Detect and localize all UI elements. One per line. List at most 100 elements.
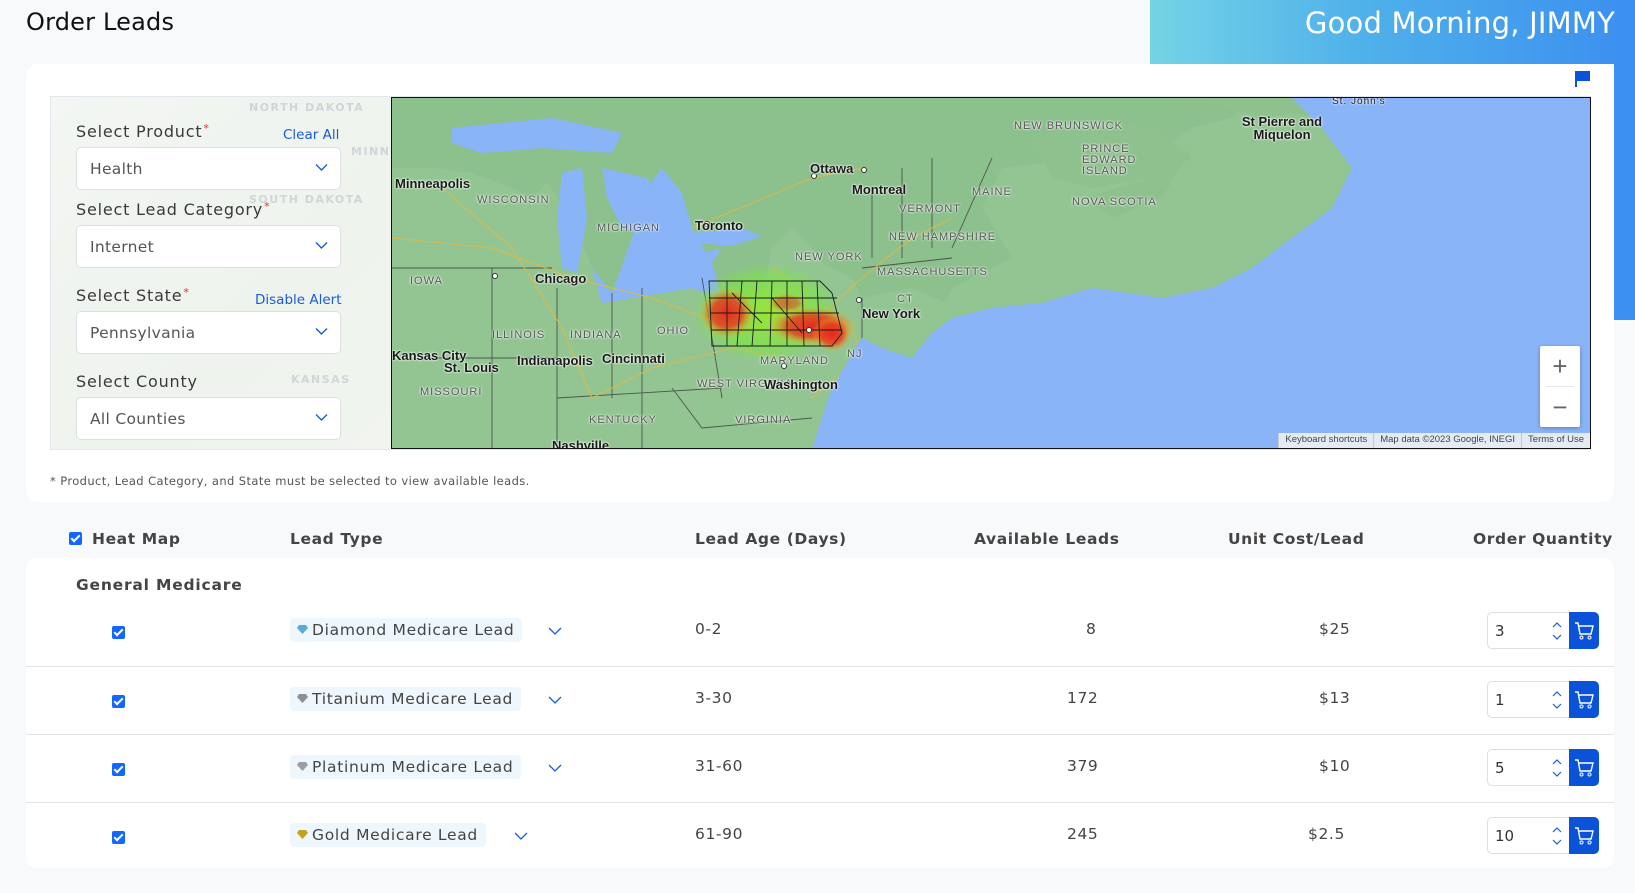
map-label: MICHIGAN [597,222,660,234]
map-label: New York [862,306,921,321]
required-footnote: * Product, Lead Category, and State must… [50,474,530,488]
map-zoom-control: + − [1540,346,1580,427]
disable-alert-link[interactable]: Disable Alert [255,292,342,308]
map-label: INDIANA [570,329,622,341]
add-to-cart-button[interactable] [1569,817,1599,854]
county-label: Select County [76,372,198,391]
map-label: St Pierre and Miquelon [1241,114,1323,142]
lead-age: 31-60 [695,757,744,775]
map-bg-label: KANSAS [291,373,351,386]
map-label: Kansas City [392,348,467,363]
terms-of-use-link[interactable]: Terms of Use [1521,433,1590,448]
map-label: Cincinnati [602,351,665,366]
county-select[interactable]: All Counties [76,397,341,440]
row-checkbox[interactable] [112,695,125,708]
map-attribution: Keyboard shortcuts Map data ©2023 Google… [1278,433,1590,448]
quantity-stepper-icon[interactable] [1552,689,1562,711]
state-select-value: Pennsylvania [90,324,196,342]
map-label: Washington [764,377,838,392]
map-data-credit: Map data ©2023 Google, INEGI [1373,433,1522,448]
unit-cost: $25 [1319,620,1351,638]
table-header: Heat Map Lead Type Lead Age (Days) Avail… [26,520,1614,558]
lead-type-pill: Platinum Medicare Lead [290,755,522,779]
column-lead-age: Lead Age (Days) [695,530,847,548]
map-label: CT [897,293,914,305]
flag-icon[interactable] [1574,70,1592,88]
lead-type-name: Gold Medicare Lead [312,826,478,844]
column-available-leads: Available Leads [974,530,1120,548]
keyboard-shortcuts-link[interactable]: Keyboard shortcuts [1278,433,1374,448]
product-label: Select Product* [76,122,210,141]
heat-map-toggle[interactable]: Heat Map [69,530,181,548]
chevron-down-icon[interactable] [548,626,562,636]
map-label: WISCONSIN [477,194,550,206]
add-to-cart-button[interactable] [1569,681,1599,718]
map-label: NEW YORK [795,251,863,263]
map-label: ILLINOIS [492,329,546,341]
chevron-down-icon[interactable] [548,763,562,773]
add-to-cart-button[interactable] [1569,612,1599,649]
chevron-down-icon [315,242,328,249]
column-order-quantity: Order Quantity [1473,530,1613,548]
map-label: MAINE [972,186,1012,198]
lead-category-label: Select Lead Category* [76,200,271,219]
column-unit-cost: Unit Cost/Lead [1228,530,1365,548]
chevron-down-icon[interactable] [548,695,562,705]
available-leads: 379 [1067,757,1099,775]
cart-icon [1575,621,1594,639]
unit-cost: $10 [1319,757,1351,775]
row-checkbox[interactable] [112,626,125,639]
map-label: Nashville [552,438,610,449]
map-label: Chicago [535,271,587,286]
group-label: General Medicare [76,576,243,594]
filter-map-card: NORTH DAKOTA SOUTH DAKOTA MINNESOTA Unit… [26,64,1614,502]
chevron-down-icon [315,164,328,171]
zoom-in-button[interactable]: + [1540,346,1580,386]
row-checkbox[interactable] [112,763,125,776]
quantity-stepper-icon[interactable] [1552,620,1562,642]
map-label: KENTUCKY [589,414,657,426]
map-label: Indianapolis [517,353,593,368]
chevron-down-icon[interactable] [514,831,528,841]
quantity-stepper-icon[interactable] [1552,757,1562,779]
available-leads: 8 [1086,620,1097,638]
map-label: St. John's [1332,97,1386,107]
leads-table-body: General Medicare Diamond Medicare Lead 0… [26,558,1614,868]
unit-cost: $13 [1319,689,1351,707]
map-label: MASSACHUSETTS [877,266,988,278]
gold-gem-icon [297,830,308,839]
clear-all-link[interactable]: Clear All [283,127,339,143]
map-label: NEW HAMPSHIRE [889,231,997,243]
row-checkbox[interactable] [112,831,125,844]
map-container: NORTH DAKOTA SOUTH DAKOTA MINNESOTA Unit… [50,96,1591,450]
zoom-out-button[interactable]: − [1540,387,1580,427]
add-to-cart-button[interactable] [1569,749,1599,786]
lead-type-pill: Titanium Medicare Lead [290,687,522,711]
map-label: VERMONT [899,203,961,215]
map-label: MARYLAND [760,355,829,367]
lead-type-name: Platinum Medicare Lead [312,758,514,776]
lead-category-select[interactable]: Internet [76,225,341,268]
state-label: Select State* [76,286,190,305]
column-lead-type: Lead Type [290,530,384,548]
lead-type-name: Diamond Medicare Lead [312,621,515,639]
lead-age: 0-2 [695,620,723,638]
state-select[interactable]: Pennsylvania [76,311,341,354]
heat-map-checkbox[interactable] [69,532,82,545]
cart-icon [1575,826,1594,844]
google-map[interactable]: WISCONSIN MICHIGAN IOWA ILLINOIS INDIANA… [391,97,1591,449]
lead-age: 61-90 [695,825,744,843]
page-title: Order Leads [26,8,175,36]
lead-type-pill: Diamond Medicare Lead [290,618,523,642]
map-label: Toronto [695,218,744,233]
quantity-stepper-icon[interactable] [1552,825,1562,847]
titanium-gem-icon [297,694,308,703]
table-row: Gold Medicare Lead 61-90 245 $2.5 10 [26,802,1614,870]
chevron-down-icon [315,328,328,335]
chevron-down-icon [315,414,328,421]
map-label: NJ [847,348,863,360]
table-row: Diamond Medicare Lead 0-2 8 $25 3 [26,598,1614,666]
map-label: PRINCE EDWARD ISLAND [1082,143,1137,177]
county-select-value: All Counties [90,410,186,428]
product-select[interactable]: Health [76,147,341,190]
